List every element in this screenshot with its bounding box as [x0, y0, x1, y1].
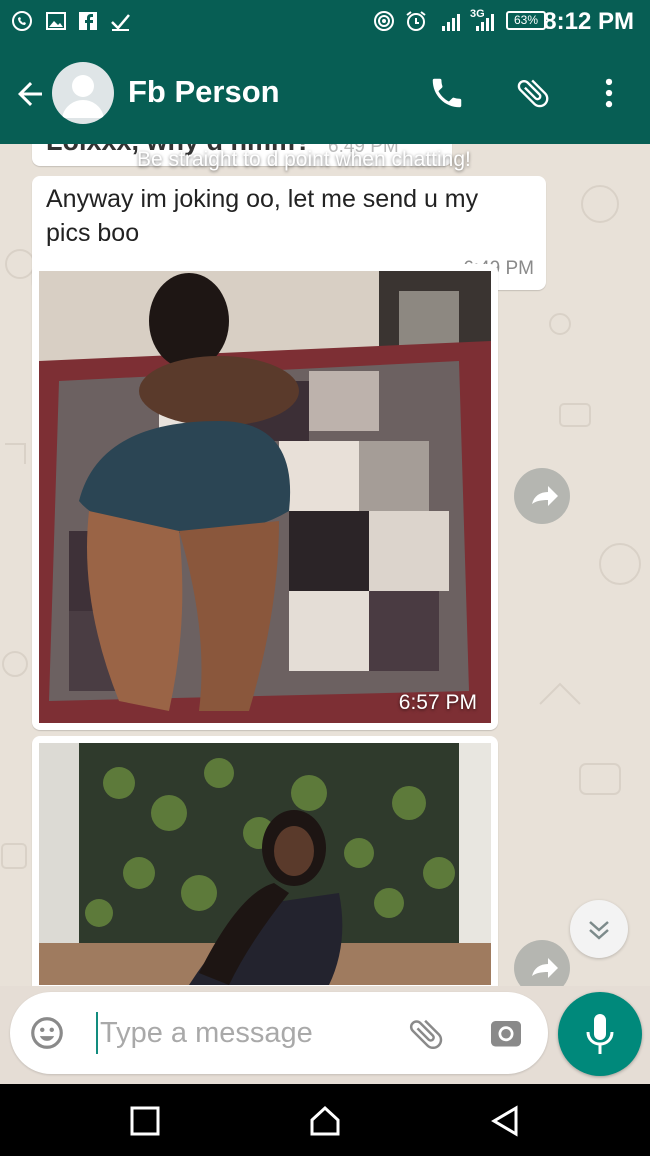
emoji-icon[interactable] — [28, 1014, 66, 1052]
message-composer — [10, 992, 548, 1074]
image-message[interactable]: 6:57 PM — [32, 264, 498, 730]
home-icon[interactable] — [308, 1104, 342, 1138]
paperclip-icon[interactable] — [406, 1014, 446, 1054]
chat-header: Fb Person — [0, 42, 650, 144]
text-cursor — [96, 1012, 98, 1054]
status-time: 8:12 PM — [543, 8, 634, 35]
camera-icon[interactable] — [488, 1015, 524, 1051]
forward-button[interactable] — [514, 468, 570, 524]
mic-icon — [586, 1014, 614, 1054]
scroll-to-bottom-button[interactable] — [570, 900, 628, 958]
default-avatar-icon — [62, 75, 104, 118]
whatsapp-icon — [12, 11, 32, 31]
image-message[interactable] — [32, 736, 498, 986]
photo-thumbnail[interactable]: 6:57 PM — [39, 271, 491, 723]
signal-icon — [442, 14, 460, 31]
photo-image — [39, 271, 491, 723]
double-chevron-down-icon — [589, 921, 609, 940]
gallery-icon — [46, 12, 66, 30]
system-navigation-bar — [0, 1084, 650, 1156]
chat-area[interactable]: Lolxxx, why d hmm? 6:49 PM Be straight t… — [0, 144, 650, 986]
status-bar: 3G 63% 8:12 PM — [0, 0, 650, 42]
back-arrow-icon[interactable] — [12, 76, 48, 112]
contact-name[interactable]: Fb Person — [128, 74, 280, 110]
message-input[interactable] — [100, 1010, 400, 1056]
facebook-icon — [79, 12, 97, 30]
signal-icon — [476, 14, 494, 31]
paperclip-icon[interactable] — [514, 74, 552, 112]
alarm-icon — [406, 11, 426, 31]
photo-image — [39, 743, 491, 985]
download-icon — [111, 14, 130, 31]
more-vert-icon[interactable] — [590, 74, 628, 112]
overlay-caption: Be straight to d point when chatting! — [137, 148, 471, 171]
battery-indicator: 63% — [506, 11, 546, 30]
message-text: Anyway im joking oo, let me send u my pi… — [46, 185, 479, 247]
forward-icon — [532, 958, 558, 978]
hotspot-icon — [374, 11, 394, 31]
forward-icon — [532, 486, 558, 506]
forward-button[interactable] — [514, 940, 570, 986]
message-time: 6:57 PM — [398, 691, 477, 714]
back-icon[interactable] — [488, 1104, 522, 1138]
mic-button[interactable] — [558, 992, 642, 1076]
phone-icon[interactable] — [428, 74, 466, 112]
recents-icon[interactable] — [128, 1104, 162, 1138]
photo-thumbnail[interactable] — [39, 743, 491, 985]
avatar[interactable] — [52, 62, 114, 124]
